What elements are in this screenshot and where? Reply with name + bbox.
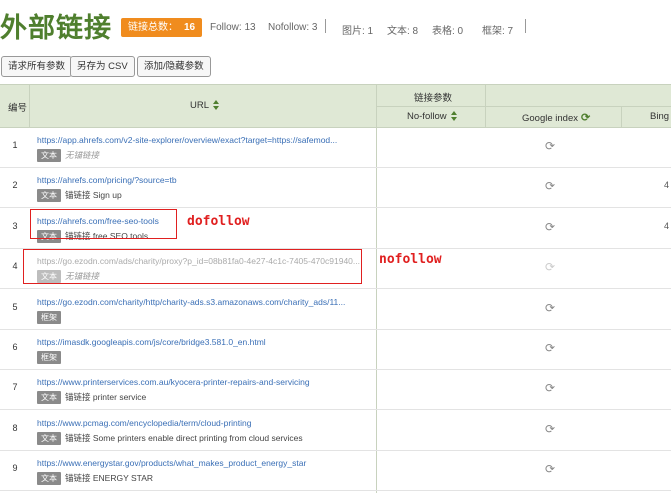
- row-meta: 框架: [37, 351, 65, 364]
- refresh-icon[interactable]: ⟳: [545, 422, 555, 436]
- link-type-tag: 文本: [37, 431, 61, 445]
- total-links-value: 16: [184, 22, 196, 33]
- divider: [376, 106, 671, 107]
- col-google-index-label: Google index: [522, 113, 578, 124]
- row-url-link[interactable]: https://app.ahrefs.com/v2-site-explorer/…: [37, 135, 367, 145]
- table-row: 9 https://www.energystar.gov/products/wha…: [0, 450, 671, 492]
- divider: [29, 85, 30, 127]
- col-google-index-header[interactable]: Google index ⟳: [522, 111, 590, 124]
- link-type-tag: 文本: [37, 472, 61, 486]
- link-type-tag: 文本: [37, 189, 61, 203]
- row-meta: 文本 锚链接 Some printers enable direct printi…: [37, 431, 303, 445]
- row-meta: 文本 锚链接 ENERGY STAR: [37, 472, 154, 486]
- link-params-group-header: 链接参数: [414, 93, 453, 104]
- add-hide-params-button[interactable]: 添加/隐藏参数: [137, 56, 211, 77]
- table-row: 6 https://imasdk.googleapis.com/js/core/b…: [0, 329, 671, 370]
- row-number: 3: [12, 220, 18, 231]
- refresh-icon[interactable]: ⟳: [545, 139, 555, 153]
- link-type-tag: 框架: [37, 310, 61, 324]
- divider: [325, 19, 326, 33]
- link-type-tag: 框架: [37, 351, 61, 364]
- stat-frames: 框架: 7: [482, 26, 514, 37]
- row-number: 2: [12, 180, 18, 191]
- save-csv-button[interactable]: 另存为 CSV: [70, 56, 135, 77]
- col-number-header: 编号: [8, 103, 28, 114]
- row-url-link[interactable]: https://www.pcmag.com/encyclopedia/term/…: [37, 418, 367, 428]
- link-type-tag: 文本: [37, 149, 61, 162]
- anchor-text: 锚链接 printer service: [65, 392, 147, 403]
- row-meta: 文本 锚链接 Sign up: [37, 189, 122, 203]
- sort-icon[interactable]: [213, 100, 220, 111]
- total-links-label: 链接总数：: [128, 22, 178, 33]
- table-row: 7 https://www.printerservices.com.au/kyoc…: [0, 369, 671, 411]
- bing-index-value: 4: [664, 180, 670, 191]
- stat-tables: 表格: 0: [432, 26, 464, 37]
- row-number: 6: [12, 342, 18, 352]
- divider: [621, 106, 622, 127]
- row-number: 9: [12, 463, 18, 474]
- stat-text: 文本: 8: [387, 26, 419, 37]
- table-row: 2 https://ahrefs.com/pricing/?source=tb 文本…: [0, 167, 671, 209]
- col-nofollow-header[interactable]: No-follow: [407, 111, 458, 122]
- dofollow-highlight-box: [30, 209, 177, 239]
- col-nofollow-label: No-follow: [407, 111, 447, 122]
- row-meta: 文本 锚链接 printer service: [37, 391, 147, 405]
- row-url-link[interactable]: https://ahrefs.com/pricing/?source=tb: [37, 175, 367, 185]
- bing-index-value: 4: [664, 220, 670, 231]
- row-number: 7: [12, 382, 18, 393]
- table-row: 8 https://www.pcmag.com/encyclopedia/term…: [0, 410, 671, 451]
- page-title: 外部链接: [0, 13, 112, 44]
- row-number: 1: [12, 140, 18, 150]
- stat-follow: Follow: 13: [210, 22, 256, 33]
- stat-images: 图片: 1: [342, 26, 374, 37]
- refresh-icon[interactable]: ⟳: [545, 301, 555, 315]
- col-bing-index-header: Bing i: [650, 111, 671, 122]
- row-meta: 文本 无锚链接: [37, 149, 99, 162]
- refresh-icon[interactable]: ⟳: [545, 220, 555, 234]
- refresh-icon[interactable]: ⟳: [545, 260, 555, 274]
- anchor-text: 锚链接 ENERGY STAR: [65, 473, 154, 484]
- refresh-icon[interactable]: ⟳: [581, 111, 590, 124]
- request-params-button[interactable]: 请求所有参数: [1, 56, 73, 77]
- header-bar: 外部链接 链接总数： 16 Follow: 13 Nofollow: 3 图片: …: [0, 0, 671, 52]
- row-url-link[interactable]: https://imasdk.googleapis.com/js/core/br…: [37, 337, 367, 347]
- table-row: 1 https://app.ahrefs.com/v2-site-explorer…: [0, 127, 671, 168]
- col-url-header[interactable]: URL: [190, 100, 220, 111]
- anchor-text: 锚链接 Sign up: [65, 190, 122, 201]
- row-number: 8: [12, 422, 18, 433]
- anchor-text: 无锚链接: [65, 150, 100, 160]
- row-number: 5: [12, 301, 18, 312]
- table-row: 5 https://go.ezodn.com/charity/http/chari…: [0, 289, 671, 330]
- row-meta: 框架: [37, 310, 65, 324]
- row-url-link[interactable]: https://go.ezodn.com/charity/http/charit…: [37, 297, 367, 307]
- sort-icon[interactable]: [450, 111, 458, 122]
- divider: [525, 19, 526, 33]
- total-links-badge: 链接总数： 16: [121, 18, 203, 37]
- refresh-icon[interactable]: ⟳: [545, 341, 555, 355]
- link-type-tag: 文本: [37, 391, 61, 405]
- stat-nofollow: Nofollow: 3: [268, 22, 318, 33]
- refresh-icon[interactable]: ⟳: [545, 179, 555, 193]
- refresh-icon[interactable]: ⟳: [545, 462, 555, 476]
- refresh-icon[interactable]: ⟳: [545, 381, 555, 395]
- anchor-text: 锚链接 Some printers enable direct printing…: [65, 432, 303, 443]
- col-url-label: URL: [190, 100, 210, 111]
- row-url-link[interactable]: https://www.printerservices.com.au/kyoce…: [37, 377, 367, 387]
- dofollow-annotation: dofollow: [187, 214, 250, 229]
- nofollow-annotation: nofollow: [379, 252, 442, 267]
- divider: [485, 85, 486, 127]
- row-url-link[interactable]: https://www.energystar.gov/products/what…: [37, 458, 367, 468]
- table-header: 编号 URL 链接参数 No-follow Google index ⟳ Bing…: [0, 84, 671, 128]
- nofollow-highlight-box: [23, 249, 362, 284]
